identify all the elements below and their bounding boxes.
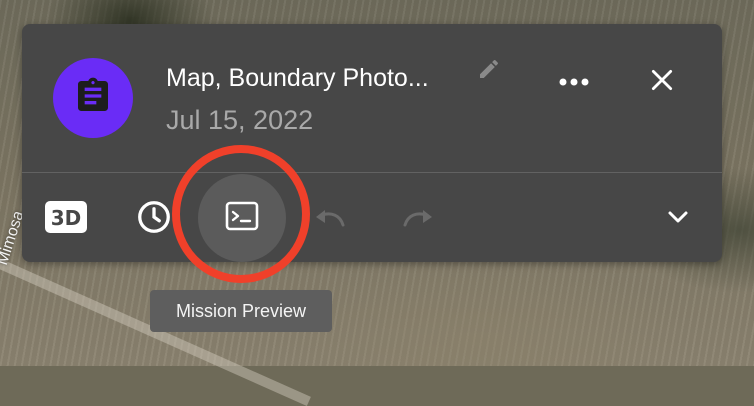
expand-panel-button[interactable] bbox=[654, 195, 702, 243]
close-button[interactable] bbox=[644, 64, 680, 100]
more-horizontal-icon bbox=[558, 74, 590, 92]
history-button[interactable] bbox=[130, 195, 178, 243]
redo-button[interactable] bbox=[394, 195, 442, 243]
3d-view-button[interactable]: 3D bbox=[42, 195, 90, 243]
close-icon bbox=[649, 67, 675, 98]
chevron-down-icon bbox=[665, 208, 691, 231]
mission-preview-button[interactable] bbox=[198, 174, 286, 262]
mission-panel: Map, Boundary Photo... Jul 15, 2022 3D bbox=[22, 24, 722, 262]
panel-divider bbox=[22, 172, 722, 173]
pencil-icon bbox=[477, 57, 501, 86]
undo-icon bbox=[313, 205, 347, 234]
3d-view-icon: 3D bbox=[44, 200, 88, 239]
edit-title-button[interactable] bbox=[476, 58, 502, 84]
more-options-button[interactable] bbox=[552, 68, 596, 98]
mission-date: Jul 15, 2022 bbox=[166, 105, 314, 135]
mission-preview-tooltip: Mission Preview bbox=[150, 290, 332, 332]
terminal-icon bbox=[225, 201, 259, 236]
mission-avatar bbox=[53, 58, 133, 138]
clipboard-icon bbox=[73, 76, 113, 121]
svg-text:3D: 3D bbox=[51, 206, 82, 230]
redo-icon bbox=[401, 205, 435, 234]
mission-title: Map, Boundary Photo... bbox=[166, 64, 429, 92]
undo-button[interactable] bbox=[306, 195, 354, 243]
clock-icon bbox=[136, 199, 172, 240]
